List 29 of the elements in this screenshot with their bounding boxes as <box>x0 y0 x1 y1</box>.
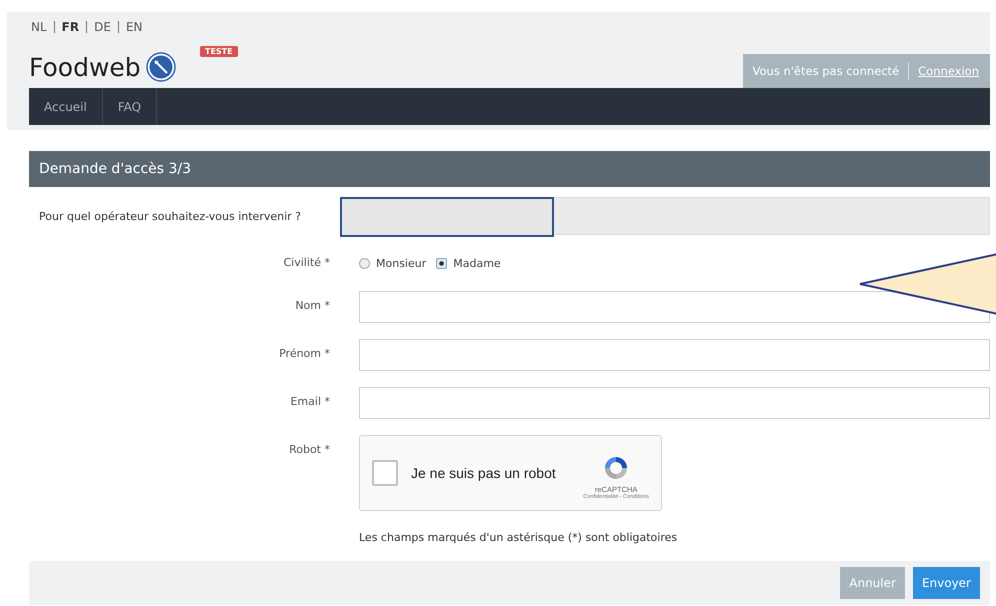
test-badge: TESTE <box>200 46 238 57</box>
captcha-checkbox[interactable] <box>372 460 398 486</box>
operator-field[interactable] <box>340 197 990 235</box>
field-label: Robot * <box>288 442 331 456</box>
radio-label: Monsieur <box>376 256 426 270</box>
language-link[interactable]: DE <box>94 20 111 34</box>
language-link[interactable]: EN <box>126 20 142 34</box>
logo-text: Foodweb <box>29 52 141 82</box>
field-label: Email * <box>289 394 331 408</box>
captcha-label: Je ne suis pas un robot <box>411 465 557 481</box>
send-button[interactable]: Envoyer <box>912 567 980 599</box>
language-link[interactable]: NL <box>31 20 47 34</box>
radio-button[interactable] <box>436 258 448 268</box>
logo-icon <box>146 52 176 82</box>
text-input[interactable] <box>359 387 990 419</box>
field-label: Pour quel opérateur souhaitez-vous intervenir ? <box>38 210 302 222</box>
login-status: Vous n'êtes pas connecté <box>752 64 900 78</box>
text-input[interactable] <box>359 291 990 323</box>
text-input[interactable] <box>359 339 990 371</box>
radio-label: Madame <box>453 256 501 270</box>
required-note: Les champs marqués d'un astérisque (*) sont obligatoires <box>359 531 678 544</box>
field-label: Nom * <box>294 298 331 312</box>
language-link[interactable]: FR <box>62 20 80 34</box>
nav-item[interactable]: Accueil <box>29 88 103 125</box>
radio-button[interactable] <box>359 258 370 268</box>
panel-title: Demande d'accès 3/3 <box>29 151 990 187</box>
field-label: Prénom * <box>278 346 331 360</box>
field-label: Civilité * <box>282 256 331 269</box>
nav-item[interactable]: FAQ <box>102 88 158 125</box>
